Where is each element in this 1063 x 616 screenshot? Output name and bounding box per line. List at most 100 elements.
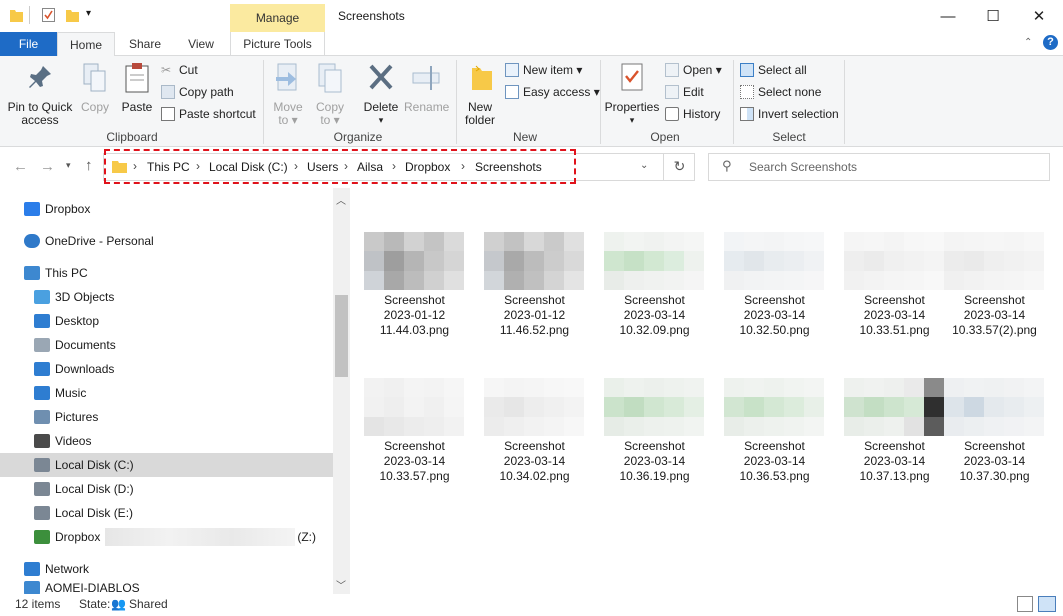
recent-locations-icon[interactable]: ▾	[66, 160, 71, 171]
nav-item-videos[interactable]: Videos	[0, 429, 333, 453]
file-name-line[interactable]: 10.34.02.png	[477, 469, 592, 484]
forward-arrow-icon[interactable]: →	[40, 158, 55, 175]
tab-view[interactable]: View	[178, 32, 224, 56]
properties-button[interactable]: Properties ▾	[604, 62, 660, 127]
nav-scrollbar[interactable]	[333, 188, 350, 594]
file-thumbnail[interactable]	[364, 232, 464, 290]
tab-picture-tools[interactable]: Picture Tools	[230, 32, 325, 56]
file-name-line[interactable]: 2023-03-14	[597, 308, 712, 323]
maximize-button[interactable]: ☐	[970, 0, 1016, 32]
nav-item-this-pc[interactable]: This PC	[0, 261, 333, 285]
file-name-line[interactable]: 10.37.13.png	[837, 469, 952, 484]
open-button[interactable]: Open ▾	[665, 63, 722, 77]
folder-icon[interactable]	[10, 8, 23, 22]
copy-to-button[interactable]: Copy to ▾	[312, 62, 348, 127]
customize-quick-access-icon[interactable]: ▾	[86, 8, 91, 19]
properties-check-icon[interactable]	[42, 8, 55, 22]
file-thumbnail[interactable]	[944, 232, 1044, 290]
nav-item-network[interactable]: Network	[0, 557, 333, 581]
new-item-button[interactable]: New item ▾	[505, 63, 582, 77]
invert-selection-button[interactable]: Invert selection	[740, 107, 839, 121]
nav-item-music[interactable]: Music	[0, 381, 333, 405]
file-thumbnail[interactable]	[604, 232, 704, 290]
file-name-line[interactable]: 2023-01-12	[477, 308, 592, 323]
back-arrow-icon[interactable]: ←	[13, 158, 28, 175]
file-name-line[interactable]: 10.36.53.png	[717, 469, 832, 484]
history-button[interactable]: History	[665, 107, 720, 121]
file-thumbnail[interactable]	[844, 378, 944, 436]
new-folder-icon[interactable]	[66, 8, 79, 22]
file-name-line[interactable]: Screenshot	[717, 293, 832, 308]
cut-button[interactable]: ✂ Cut	[161, 63, 198, 77]
file-name-line[interactable]: Screenshot	[597, 439, 712, 454]
easy-access-button[interactable]: Easy access ▾	[505, 85, 600, 99]
new-folder-button[interactable]: New folder	[460, 62, 500, 127]
address-dropdown-icon[interactable]: ⌄	[640, 160, 648, 171]
nav-item-onedrive-personal[interactable]: OneDrive - Personal	[0, 229, 333, 253]
delete-button[interactable]: Delete ▾	[360, 62, 402, 127]
file-name-line[interactable]: 2023-03-14	[717, 308, 832, 323]
details-view-icon[interactable]	[1017, 596, 1033, 612]
edit-button[interactable]: Edit	[665, 85, 704, 99]
file-thumbnail[interactable]	[604, 378, 704, 436]
help-icon[interactable]: ?	[1043, 35, 1058, 50]
file-name-line[interactable]: Screenshot	[357, 439, 472, 454]
file-name-line[interactable]: 2023-03-14	[837, 454, 952, 469]
refresh-icon[interactable]: ↻	[663, 153, 695, 181]
rename-button[interactable]: Rename	[404, 62, 449, 114]
search-input[interactable]: Search Screenshots	[708, 153, 1050, 181]
nav-item-downloads[interactable]: Downloads	[0, 357, 333, 381]
close-button[interactable]: ✕	[1016, 0, 1062, 32]
file-name-line[interactable]: 2023-01-12	[357, 308, 472, 323]
file-name-line[interactable]: 10.32.09.png	[597, 323, 712, 338]
nav-item-local-disk-e[interactable]: Local Disk (E:)	[0, 501, 333, 525]
large-icons-view-icon[interactable]	[1038, 596, 1056, 612]
manage-contextual-tab[interactable]: Manage	[230, 4, 325, 32]
file-thumbnail[interactable]	[484, 378, 584, 436]
nav-item-documents[interactable]: Documents	[0, 333, 333, 357]
nav-item-desktop[interactable]: Desktop	[0, 309, 333, 333]
file-name-line[interactable]: 2023-03-14	[937, 454, 1052, 469]
file-name-line[interactable]: Screenshot	[837, 293, 952, 308]
file-name-line[interactable]: 2023-03-14	[937, 308, 1052, 323]
file-name-line[interactable]: Screenshot	[717, 439, 832, 454]
file-name-line[interactable]: 2023-03-14	[717, 454, 832, 469]
file-name-line[interactable]: Screenshot	[937, 293, 1052, 308]
paste-button[interactable]: Paste	[118, 62, 156, 114]
file-name-line[interactable]: 2023-03-14	[477, 454, 592, 469]
select-all-button[interactable]: Select all	[740, 63, 807, 77]
file-name-line[interactable]: 10.37.30.png	[937, 469, 1052, 484]
file-name-line[interactable]: Screenshot	[357, 293, 472, 308]
scroll-down-icon[interactable]: ﹀	[336, 577, 346, 592]
paste-shortcut-button[interactable]: Paste shortcut	[161, 107, 256, 121]
file-name-line[interactable]: 2023-03-14	[597, 454, 712, 469]
select-none-button[interactable]: Select none	[740, 85, 821, 99]
copy-path-button[interactable]: Copy path	[161, 85, 234, 99]
file-thumbnail[interactable]	[844, 232, 944, 290]
tab-file[interactable]: File	[0, 32, 57, 56]
file-thumbnail[interactable]	[944, 378, 1044, 436]
file-name-line[interactable]: 10.33.57(2).png	[937, 323, 1052, 338]
nav-item-local-disk-c[interactable]: Local Disk (C:)	[0, 453, 333, 477]
file-name-line[interactable]: 10.33.57.png	[357, 469, 472, 484]
nav-item-dropbox[interactable]: Dropbox	[0, 197, 333, 221]
file-thumbnail[interactable]	[484, 232, 584, 290]
file-thumbnail[interactable]	[364, 378, 464, 436]
nav-item-local-disk-d[interactable]: Local Disk (D:)	[0, 477, 333, 501]
nav-item-aomei-diablos[interactable]: AOMEI-DIABLOS	[0, 581, 333, 595]
nav-scrollbar-thumb[interactable]	[335, 295, 348, 377]
nav-item-pictures[interactable]: Pictures	[0, 405, 333, 429]
file-name-line[interactable]: 11.46.52.png	[477, 323, 592, 338]
nav-item-3d-objects[interactable]: 3D Objects	[0, 285, 333, 309]
minimize-button[interactable]: —	[925, 0, 971, 32]
move-to-button[interactable]: Move to ▾	[270, 62, 306, 127]
file-thumbnail[interactable]	[724, 232, 824, 290]
file-name-line[interactable]: Screenshot	[937, 439, 1052, 454]
file-name-line[interactable]: Screenshot	[477, 293, 592, 308]
file-name-line[interactable]: 10.32.50.png	[717, 323, 832, 338]
file-name-line[interactable]: 10.33.51.png	[837, 323, 952, 338]
file-name-line[interactable]: 10.36.19.png	[597, 469, 712, 484]
nav-item-dropbox[interactable]: Dropbox (Z:)	[0, 525, 333, 549]
copy-button[interactable]: Copy	[78, 62, 112, 114]
file-name-line[interactable]: 11.44.03.png	[357, 323, 472, 338]
